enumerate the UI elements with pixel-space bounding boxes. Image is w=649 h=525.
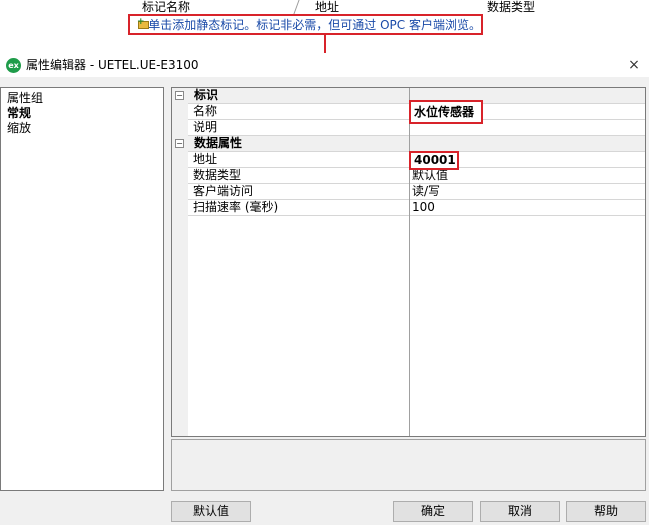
column-header-tag-name[interactable]: 标记名称 xyxy=(142,0,190,14)
property-grid: − 标识 名称 说明 − 数据属性 地址 数据类型 默认值 客户端访问 读/写 … xyxy=(171,87,646,437)
column-separator xyxy=(293,0,300,14)
column-header-data-type[interactable]: 数据类型 xyxy=(487,0,535,14)
tag-list-strip: 标记名称 地址 数据类型 + 单击添加静态标记。标记非必需，但可通过 OPC 客… xyxy=(0,0,649,65)
group-item-scaling[interactable]: 缩放 xyxy=(7,121,157,136)
property-label-description: 说明 xyxy=(193,120,218,134)
property-groups-panel: 属性组 常规 缩放 xyxy=(0,87,164,491)
property-label-client-access: 客户端访问 xyxy=(193,184,254,198)
property-label-address: 地址 xyxy=(193,152,218,166)
description-pane xyxy=(171,439,646,491)
grid-column-divider xyxy=(409,88,410,436)
column-header-address[interactable]: 地址 xyxy=(315,0,339,14)
hint-text: 单击添加静态标记。标记非必需，但可通过 OPC 客户端浏览。 xyxy=(148,18,481,32)
property-label-name: 名称 xyxy=(193,104,218,118)
app-logo-icon: ex xyxy=(6,58,21,73)
title-bar[interactable]: ex 属性编辑器 - UETEL.UE-E3100 × xyxy=(0,53,649,77)
property-value-client-access[interactable]: 读/写 xyxy=(412,184,440,199)
property-row-data-type[interactable]: 数据类型 默认值 xyxy=(188,168,645,184)
defaults-button[interactable]: 默认值 xyxy=(171,501,251,522)
property-editor-dialog: ex 属性编辑器 - UETEL.UE-E3100 × 属性组 常规 缩放 − … xyxy=(0,53,649,525)
collapse-ident-icon[interactable]: − xyxy=(175,91,184,100)
property-value-data-type[interactable]: 默认值 xyxy=(412,168,448,183)
property-value-name[interactable]: 水位传感器 xyxy=(409,100,483,124)
property-value-scan-rate[interactable]: 100 xyxy=(412,200,435,215)
ok-button[interactable]: 确定 xyxy=(393,501,473,522)
close-button[interactable]: × xyxy=(619,53,649,77)
property-value-address[interactable]: 40001 xyxy=(409,151,459,170)
property-row-scan-rate[interactable]: 扫描速率 (毫秒) 100 xyxy=(188,200,645,216)
collapse-data-props-icon[interactable]: − xyxy=(175,139,184,148)
property-row-client-access[interactable]: 客户端访问 读/写 xyxy=(188,184,645,200)
category-data-properties: 数据属性 xyxy=(188,136,645,152)
add-static-tag-hint[interactable]: + 单击添加静态标记。标记非必需，但可通过 OPC 客户端浏览。 xyxy=(128,14,483,35)
group-item-general[interactable]: 常规 xyxy=(7,106,157,121)
help-button[interactable]: 帮助 xyxy=(566,501,646,522)
cancel-button[interactable]: 取消 xyxy=(480,501,560,522)
property-label-data-type: 数据类型 xyxy=(193,168,242,182)
property-groups-header: 属性组 xyxy=(7,91,44,105)
new-tag-icon: + xyxy=(137,17,149,30)
dialog-title: 属性编辑器 - UETEL.UE-E3100 xyxy=(26,58,199,72)
property-label-scan-rate: 扫描速率 (毫秒) xyxy=(193,200,279,214)
